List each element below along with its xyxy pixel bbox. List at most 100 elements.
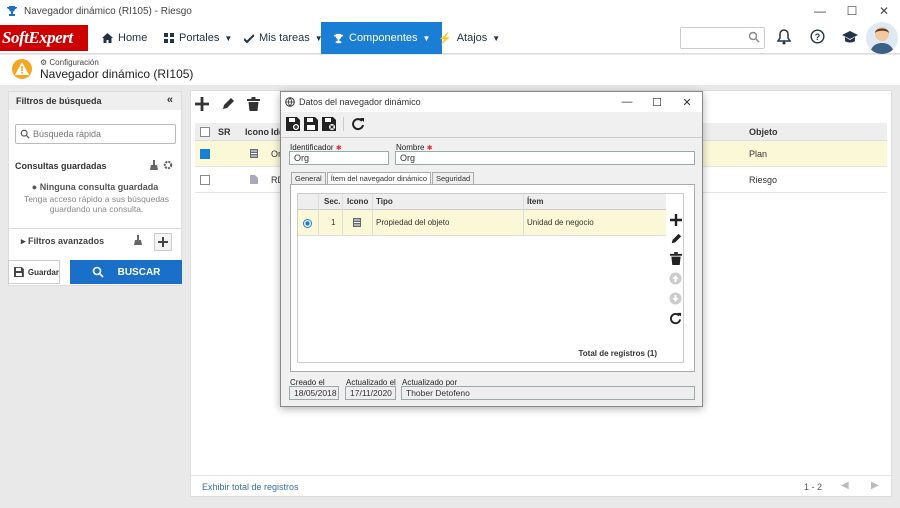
dialog-title: Datos del navegador dinámico — [299, 97, 421, 107]
global-search-input[interactable] — [680, 27, 765, 49]
broom-icon[interactable] — [149, 160, 159, 170]
nav-portales[interactable]: Portales ▼ — [164, 22, 232, 54]
broom-icon[interactable] — [133, 235, 143, 245]
refresh-icon[interactable] — [669, 312, 682, 325]
items-grid-header: Sec. Icono Tipo Ítem — [298, 194, 666, 210]
nav-home-label: Home — [118, 32, 148, 44]
nav-componentes-label: Componentes — [349, 32, 418, 44]
next-page-icon[interactable]: ▶ — [871, 480, 879, 491]
save-new-icon[interactable] — [286, 117, 300, 131]
trash-icon[interactable] — [247, 97, 260, 111]
items-total: Total de registros (1) — [578, 349, 657, 358]
minimize-button[interactable]: — — [804, 0, 836, 22]
add-icon[interactable] — [669, 214, 682, 226]
show-total-link[interactable]: Exhibir total de registros — [202, 482, 299, 492]
breadcrumb[interactable]: ⚙ Configuración — [40, 58, 99, 67]
gear-icon: ⚙ — [40, 58, 48, 67]
graduation-cap-icon[interactable] — [842, 30, 858, 44]
check-icon — [244, 33, 254, 43]
maximize-button[interactable]: ☐ — [836, 0, 868, 22]
tab-general[interactable]: General — [291, 172, 326, 184]
items-row[interactable]: 1 Propiedad del objeto Unidad de negocio — [298, 210, 666, 236]
prev-page-icon[interactable]: ◀ — [841, 480, 849, 491]
tab-security[interactable]: Seguridad — [432, 172, 475, 184]
add-filter-button[interactable] — [154, 233, 172, 251]
tab-panel: Sec. Icono Tipo Ítem 1 Propiedad del obj… — [290, 184, 695, 372]
dialog-minimize-button[interactable]: — — [612, 92, 642, 112]
column-item[interactable]: Ítem — [527, 197, 543, 206]
dialog-tabs: General Ítem del navegador dinámico Segu… — [291, 172, 475, 185]
nav-tareas[interactable]: Mis tareas ▼ — [244, 22, 323, 54]
trophy-icon — [333, 33, 344, 43]
items-grid: Sec. Icono Tipo Ítem 1 Propiedad del obj… — [297, 193, 684, 363]
avatar[interactable] — [866, 22, 898, 54]
globe-icon — [285, 97, 295, 107]
paging-info: 1 - 2 — [804, 482, 823, 492]
floppy-icon — [14, 267, 24, 277]
trash-icon[interactable] — [669, 252, 682, 265]
saved-queries-title: Consultas guardadas — [15, 161, 107, 171]
nav-componentes[interactable]: Componentes ▼ — [321, 22, 443, 54]
close-window-button[interactable]: ✕ — [868, 0, 900, 22]
nav-tareas-label: Mis tareas — [259, 32, 310, 44]
nav-atajos-label: Atajos — [456, 32, 488, 44]
nav-home[interactable]: Home — [102, 22, 147, 54]
column-icon[interactable]: Icono — [245, 127, 269, 137]
chevron-down-icon: ▼ — [492, 33, 501, 43]
dialog-close-button[interactable]: ✕ — [672, 92, 702, 112]
chevron-down-icon: ▼ — [224, 33, 233, 43]
page-header: ⚙ Configuración Navegador dinámico (RI10… — [0, 55, 900, 85]
list-icon — [250, 149, 258, 158]
row-object: Riesgo — [749, 175, 778, 185]
advanced-filters[interactable]: ▸ Filtros avanzados — [9, 228, 181, 252]
search-button[interactable]: BUSCAR — [70, 260, 182, 284]
column-seq[interactable]: Sec. — [324, 197, 340, 206]
updated-field: 17/11/2020 — [345, 386, 396, 400]
nav-atajos[interactable]: ⚡ Atajos ▼ — [438, 22, 500, 54]
radio-selected-icon[interactable] — [303, 219, 312, 228]
save-query-button[interactable]: Guardar — [8, 260, 60, 284]
dialog-titlebar: Datos del navegador dinámico — ☐ ✕ — [281, 92, 702, 112]
document-icon — [250, 175, 258, 184]
softexpert-logo[interactable]: SoftExpert — [0, 25, 88, 51]
svg-text:?: ? — [815, 32, 821, 42]
add-icon[interactable] — [195, 97, 209, 111]
search-icon — [748, 31, 760, 43]
move-down-icon[interactable] — [669, 292, 682, 305]
column-type[interactable]: Tipo — [376, 197, 393, 206]
edit-icon[interactable] — [221, 97, 235, 111]
collapse-icon[interactable]: « — [167, 94, 173, 106]
grid-footer: Exhibir total de registros 1 - 2 ◀ ▶ — [191, 475, 891, 497]
save-close-icon[interactable] — [322, 117, 336, 131]
nav-portales-label: Portales — [179, 32, 220, 44]
caret-right-icon: ▸ — [21, 236, 26, 246]
grid-toolbar — [191, 91, 260, 117]
window-title: Navegador dinámico (RI105) - Riesgo — [24, 5, 192, 17]
no-query-text: Ninguna consulta guardada — [39, 182, 159, 192]
page-title: Navegador dinámico (RI105) — [40, 67, 194, 81]
identifier-field[interactable]: Org — [289, 151, 389, 165]
grid-icon — [164, 33, 174, 43]
name-field[interactable]: Org — [395, 151, 695, 165]
row-object: Plan — [749, 149, 768, 159]
window-titlebar: Navegador dinámico (RI105) - Riesgo — ☐ … — [0, 0, 900, 22]
quick-search-input[interactable]: Búsqueda rápida — [15, 124, 176, 144]
refresh-icon[interactable] — [351, 117, 365, 131]
move-up-icon[interactable] — [669, 272, 682, 285]
column-sr[interactable]: SR — [218, 127, 231, 137]
created-field: 18/05/2018 — [289, 386, 339, 400]
bell-icon[interactable] — [777, 29, 791, 45]
help-icon[interactable]: ? — [810, 29, 825, 44]
breadcrumb-label: Configuración — [49, 58, 99, 67]
warning-icon — [12, 59, 32, 79]
dialog-maximize-button[interactable]: ☐ — [642, 92, 672, 112]
column-icon[interactable]: Icono — [347, 197, 368, 206]
save-icon[interactable] — [304, 117, 318, 131]
gear-icon[interactable] — [163, 160, 173, 170]
filter-panel: Filtros de búsqueda « Búsqueda rápida Co… — [8, 91, 182, 286]
chevron-down-icon: ▼ — [422, 33, 431, 43]
search-icon — [92, 266, 104, 278]
edit-icon[interactable] — [670, 233, 682, 245]
search-icon — [20, 129, 30, 139]
column-object[interactable]: Objeto — [749, 127, 778, 137]
